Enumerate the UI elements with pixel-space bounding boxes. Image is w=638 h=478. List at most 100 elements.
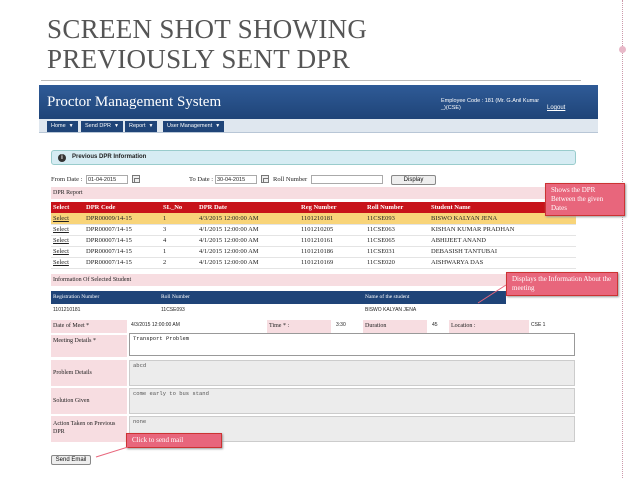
chevron-down-icon: ▼ xyxy=(114,123,119,129)
table-cell: KISHAN KUMAR PRADHAN xyxy=(429,224,576,236)
select-link[interactable]: Select xyxy=(51,246,84,258)
table-row[interactable]: Select DPR00007/14-15 2 4/1/2015 12:00:0… xyxy=(51,257,576,269)
nav-bar: Home ▼ Send DPR ▼ Report ▼ User Management ▼ xyxy=(39,119,598,133)
table-row[interactable]: Select DPR00007/14-15 1 4/1/2015 12:00:0… xyxy=(51,246,576,258)
roll-number-input[interactable] xyxy=(311,175,383,184)
table-row[interactable]: Select DPR00007/14-15 4 4/1/2015 12:00:0… xyxy=(51,235,576,247)
table-cell: 11CSE063 xyxy=(365,224,429,236)
info-icon: i xyxy=(58,154,66,162)
callout-dates: Shows the DPR Between the given Dates xyxy=(545,183,625,216)
table-cell: AISHWARYA DAS xyxy=(429,257,576,269)
decorative-dot xyxy=(619,46,626,53)
table-cell: 11CSE093 xyxy=(365,213,429,225)
table-cell: DPR00007/14-15 xyxy=(84,235,161,247)
problem-details-field[interactable]: abcd xyxy=(129,360,575,386)
col-header: Reg Number xyxy=(299,202,365,213)
duration-value: 45 xyxy=(432,322,438,328)
nav-report-label: Report xyxy=(129,123,146,129)
table-cell: 4/1/2015 12:00:00 AM xyxy=(197,235,299,247)
chevron-down-icon: ▼ xyxy=(68,123,74,129)
action-taken-label: Action Taken on Previous DPR xyxy=(51,416,127,442)
meeting-details-label: Meeting Details * xyxy=(51,335,127,357)
student-header: Registration Number Roll Number Name of … xyxy=(51,291,506,304)
problem-details-label: Problem Details xyxy=(51,360,127,386)
table-cell: 1 xyxy=(161,213,197,225)
table-cell: 4 xyxy=(161,235,197,247)
dpr-report-label: DPR Report xyxy=(51,187,576,199)
table-cell: 2 xyxy=(161,257,197,269)
title-divider xyxy=(41,80,581,81)
table-cell: 1101210161 xyxy=(299,235,365,247)
table-cell: 1101210186 xyxy=(299,246,365,258)
to-date-input[interactable]: 30-04-2015 xyxy=(215,175,257,184)
roll-number-label: Roll Number xyxy=(273,176,308,183)
employee-code: Employee Code : 181 (Mr. G.Anil Kumar _)… xyxy=(441,98,540,111)
solution-given-field[interactable]: come early to bus stand xyxy=(129,388,575,414)
chevron-down-icon: ▼ xyxy=(148,123,154,129)
date-of-meet-value: 4/3/2015 12:00:00 AM xyxy=(131,322,180,328)
select-link[interactable]: Select xyxy=(51,213,84,225)
from-date-input[interactable]: 01-04-2015 xyxy=(86,175,128,184)
table-cell: 1101210205 xyxy=(299,224,365,236)
date-of-meet-label: Date of Meet * xyxy=(51,320,127,333)
student-name-header: Name of the student xyxy=(365,294,410,300)
nav-home[interactable]: Home ▼ xyxy=(47,121,78,132)
time-value: 3:30 xyxy=(336,322,346,328)
nav-user-management-label: User Management xyxy=(167,123,213,129)
table-cell: 11CSE065 xyxy=(365,235,429,247)
table-cell: 4/3/2015 12:00:00 AM xyxy=(197,213,299,225)
callout-meeting-info: Displays the Information About the meeti… xyxy=(506,272,618,296)
nav-user-management[interactable]: User Management ▼ xyxy=(163,121,225,132)
col-header: DPR Date xyxy=(197,202,299,213)
meeting-details-field[interactable]: Transport Problem xyxy=(129,333,575,356)
select-link[interactable]: Select xyxy=(51,224,84,236)
roll-number-value: 11CSE093 xyxy=(161,307,185,313)
table-cell: DPR00007/14-15 xyxy=(84,246,161,258)
registration-number-header: Registration Number xyxy=(53,294,100,300)
location-label: Location : xyxy=(449,320,529,333)
callout-send-mail: Click to send mail xyxy=(126,433,222,448)
nav-send-dpr[interactable]: Send DPR ▼ xyxy=(81,121,123,132)
col-header: Roll Number xyxy=(365,202,429,213)
table-cell: 11CSE020 xyxy=(365,257,429,269)
col-header: DPR Code xyxy=(84,202,161,213)
chevron-down-icon: ▼ xyxy=(215,123,221,129)
app-header: Proctor Management System Employee Code … xyxy=(39,85,598,119)
select-link[interactable]: Select xyxy=(51,257,84,269)
dpr-table: Select DPR Code SL_No DPR Date Reg Numbe… xyxy=(51,202,576,269)
logout-link[interactable]: Logout xyxy=(547,105,565,111)
table-cell: ABHIJEET ANAND xyxy=(429,235,576,247)
nav-home-label: Home xyxy=(51,123,66,129)
table-header-row: Select DPR Code SL_No DPR Date Reg Numbe… xyxy=(51,202,576,213)
calendar-icon[interactable] xyxy=(132,175,140,183)
table-cell: 1101210169 xyxy=(299,257,365,269)
calendar-icon[interactable] xyxy=(261,175,269,183)
table-cell: DPR00007/14-15 xyxy=(84,257,161,269)
duration-label: Duration xyxy=(363,320,427,333)
table-cell: 1 xyxy=(161,246,197,258)
table-row[interactable]: Select DPR00007/14-15 3 4/1/2015 12:00:0… xyxy=(51,224,576,236)
select-link[interactable]: Select xyxy=(51,235,84,247)
col-header: Select xyxy=(51,202,84,213)
table-cell: 4/1/2015 12:00:00 AM xyxy=(197,246,299,258)
table-cell: DPR00007/14-15 xyxy=(84,224,161,236)
nav-send-dpr-label: Send DPR xyxy=(85,123,111,129)
table-cell: 4/1/2015 12:00:00 AM xyxy=(197,257,299,269)
time-label: Time * : xyxy=(267,320,331,333)
registration-number-value: 1101210181 xyxy=(53,307,81,313)
send-email-button[interactable]: Send Email xyxy=(51,455,91,465)
app-title: Proctor Management System xyxy=(47,94,222,110)
display-button[interactable]: Display xyxy=(391,175,436,185)
table-cell: 11CSE031 xyxy=(365,246,429,258)
table-cell: DPR00009/14-15 xyxy=(84,213,161,225)
slide-title-line1: SCREEN SHOT SHOWING xyxy=(47,14,368,44)
table-row[interactable]: Select DPR00009/14-15 1 4/3/2015 12:00:0… xyxy=(51,213,576,225)
location-value: CSE 1 xyxy=(531,322,546,328)
table-cell: DEBASISH TANTUBAI xyxy=(429,246,576,258)
nav-report[interactable]: Report ▼ xyxy=(125,121,158,132)
col-header: SL_No xyxy=(161,202,197,213)
student-name-value: BISWO KALYAN JENA xyxy=(365,307,417,313)
table-cell: 1101210181 xyxy=(299,213,365,225)
roll-number-header: Roll Number xyxy=(161,294,190,300)
info-bar-text: Previous DPR Information xyxy=(72,154,147,160)
